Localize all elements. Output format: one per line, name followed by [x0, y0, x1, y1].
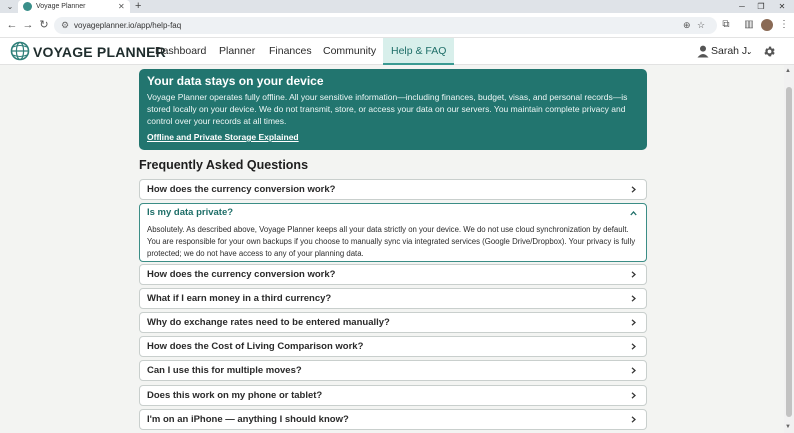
- forward-icon[interactable]: →: [22, 19, 34, 31]
- faq-item[interactable]: How does the Cost of Living Comparison w…: [139, 336, 647, 357]
- faq-item[interactable]: Can I use this for multiple moves?: [139, 360, 647, 381]
- user-icon[interactable]: [697, 45, 709, 58]
- gear-icon[interactable]: [763, 45, 776, 58]
- faq-question[interactable]: Why do exchange rates need to be entered…: [147, 313, 390, 332]
- brand-name[interactable]: VOYAGE PLANNER: [33, 42, 166, 62]
- faq-item[interactable]: I'm on an iPhone — anything I should kno…: [139, 409, 647, 430]
- faq-question[interactable]: How does the currency conversion work?: [147, 265, 335, 284]
- zoom-icon[interactable]: ⊕: [683, 19, 691, 32]
- chevron-right-icon[interactable]: [630, 271, 637, 278]
- page-scrollbar[interactable]: ▲ ▼: [784, 65, 794, 433]
- favicon-icon: [23, 2, 32, 11]
- faq-question[interactable]: How does the currency conversion work?: [147, 180, 335, 199]
- browser-profile-avatar[interactable]: [761, 19, 773, 31]
- tab-close-icon[interactable]: ✕: [118, 1, 125, 12]
- nav-planner[interactable]: Planner: [219, 38, 255, 65]
- privacy-storage-link[interactable]: Offline and Private Storage Explained: [147, 131, 299, 143]
- faq-question[interactable]: How does the Cost of Living Comparison w…: [147, 337, 363, 356]
- chevron-down-icon[interactable]: ⌄: [746, 38, 753, 65]
- window-close-icon[interactable]: ✕: [775, 0, 789, 13]
- scroll-up-icon[interactable]: ▲: [785, 67, 791, 75]
- new-tab-icon[interactable]: +: [135, 0, 141, 13]
- privacy-text: Voyage Planner operates fully offline. A…: [147, 92, 628, 126]
- sidebar-icon[interactable]: ▥: [743, 19, 755, 31]
- scroll-down-icon[interactable]: ▼: [785, 423, 791, 431]
- nav-help-faq[interactable]: Help & FAQ: [383, 38, 455, 65]
- privacy-banner: Your data stays on your device Voyage Pl…: [139, 69, 647, 150]
- minimize-icon[interactable]: ─: [735, 0, 749, 13]
- chevron-up-icon[interactable]: [630, 210, 637, 217]
- browser-menu-icon[interactable]: ⋮: [778, 19, 790, 31]
- globe-icon: [10, 41, 30, 61]
- site-info-icon[interactable]: ⚙: [61, 19, 69, 32]
- faq-heading: Frequently Asked Questions: [139, 158, 309, 172]
- faq-item[interactable]: What if I earn money in a third currency…: [139, 288, 647, 309]
- nav-dashboard[interactable]: Dashboard: [155, 38, 206, 65]
- user-name[interactable]: Sarah J.: [711, 38, 750, 65]
- browser-tab-strip: ⌄ Voyage Planner ✕ + ─ ❐ ✕: [0, 0, 794, 13]
- url-text[interactable]: voyageplanner.io/app/help-faq: [74, 19, 181, 32]
- nav-finances[interactable]: Finances: [269, 38, 312, 65]
- faq-question[interactable]: Does this work on my phone or tablet?: [147, 386, 322, 405]
- address-bar[interactable]: ⚙ voyageplanner.io/app/help-faq ⊕ ☆: [54, 17, 717, 34]
- scroll-thumb[interactable]: [786, 87, 792, 417]
- faq-question[interactable]: Is my data private?: [147, 204, 233, 222]
- faq-item-expanded[interactable]: Is my data private? Absolutely. As descr…: [139, 203, 647, 262]
- chevron-right-icon[interactable]: [630, 319, 637, 326]
- reload-icon[interactable]: ↻: [38, 19, 50, 31]
- bookmark-star-icon[interactable]: ☆: [697, 19, 705, 32]
- browser-tab[interactable]: Voyage Planner ✕: [18, 0, 130, 13]
- browser-toolbar: ← → ↻ ⚙ voyageplanner.io/app/help-faq ⊕ …: [0, 13, 794, 38]
- faq-question[interactable]: I'm on an iPhone — anything I should kno…: [147, 410, 349, 429]
- chevron-right-icon[interactable]: [630, 392, 637, 399]
- privacy-title: Your data stays on your device: [147, 74, 324, 88]
- faq-question[interactable]: Can I use this for multiple moves?: [147, 361, 302, 380]
- tab-search-icon[interactable]: ⌄: [4, 1, 16, 12]
- chevron-right-icon[interactable]: [630, 416, 637, 423]
- nav-community[interactable]: Community: [323, 38, 376, 65]
- chevron-right-icon[interactable]: [630, 367, 637, 374]
- chevron-right-icon[interactable]: [630, 295, 637, 302]
- faq-item[interactable]: Why do exchange rates need to be entered…: [139, 312, 647, 333]
- tab-title: Voyage Planner: [36, 3, 86, 10]
- restore-icon[interactable]: ❐: [754, 0, 768, 13]
- extensions-icon[interactable]: ⧉: [720, 19, 732, 31]
- chevron-right-icon[interactable]: [630, 343, 637, 350]
- faq-answer: Absolutely. As described above, Voyage P…: [147, 225, 636, 258]
- faq-question[interactable]: What if I earn money in a third currency…: [147, 289, 331, 308]
- back-icon[interactable]: ←: [6, 19, 18, 31]
- chevron-right-icon[interactable]: [630, 186, 637, 193]
- faq-item[interactable]: How does the currency conversion work?: [139, 179, 647, 200]
- app-header: VOYAGE PLANNER Dashboard Planner Finance…: [0, 38, 794, 65]
- faq-item[interactable]: How does the currency conversion work?: [139, 264, 647, 285]
- faq-item[interactable]: Does this work on my phone or tablet?: [139, 385, 647, 406]
